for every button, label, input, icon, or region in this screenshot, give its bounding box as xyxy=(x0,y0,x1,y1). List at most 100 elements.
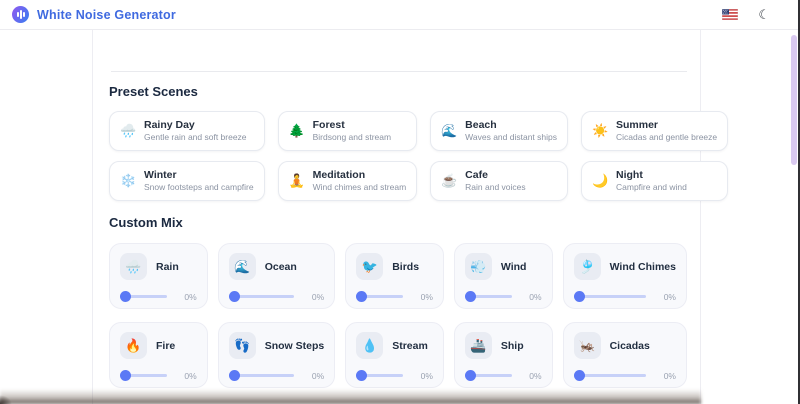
mixer-label: Wind xyxy=(501,261,527,273)
volume-slider[interactable] xyxy=(574,291,646,302)
preset-description: Gentle rain and soft breeze xyxy=(144,132,247,143)
mixer-card-stream: 💧 Stream 0% xyxy=(345,322,444,388)
mixer-card-fire: 🔥 Fire 0% xyxy=(109,322,208,388)
mixer-label: Ship xyxy=(501,340,524,352)
preset-grid: 🌧️ Rainy Day Gentle rain and soft breeze… xyxy=(109,111,687,201)
slider-thumb[interactable] xyxy=(229,370,240,381)
volume-percent: 0% xyxy=(302,371,324,381)
volume-percent: 0% xyxy=(302,292,324,302)
mixer-label: Wind Chimes xyxy=(610,261,676,273)
crescent-moon-icon: 🌙 xyxy=(592,173,608,189)
preset-description: Waves and distant ships xyxy=(465,132,557,143)
preset-name: Winter xyxy=(144,169,254,182)
page-container: Preset Scenes 🌧️ Rainy Day Gentle rain a… xyxy=(92,30,701,404)
mixer-label: Fire xyxy=(156,340,175,352)
app-logo-icon xyxy=(12,6,29,23)
bird-icon: 🐦 xyxy=(356,253,383,280)
app-title: White Noise Generator xyxy=(37,8,176,22)
preset-card-summer[interactable]: ☀️ Summer Cicadas and gentle breeze xyxy=(581,111,728,151)
custom-mix-section-title: Custom Mix xyxy=(109,215,687,230)
preset-card-night[interactable]: 🌙 Night Campfire and wind xyxy=(581,161,728,201)
custom-mix-grid: 🌧️ Rain 0% 🌊 Ocean 0% xyxy=(109,243,687,388)
preset-card-forest[interactable]: 🌲 Forest Birdsong and stream xyxy=(278,111,418,151)
volume-slider[interactable] xyxy=(574,370,646,381)
preset-card-rainy-day[interactable]: 🌧️ Rainy Day Gentle rain and soft breeze xyxy=(109,111,265,151)
slider-thumb[interactable] xyxy=(356,291,367,302)
water-drop-icon: 💧 xyxy=(356,332,383,359)
volume-percent: 0% xyxy=(520,371,542,381)
volume-percent: 0% xyxy=(654,371,676,381)
mixer-card-wind-chimes: 🎐 Wind Chimes 0% xyxy=(563,243,687,309)
coffee-cup-icon: ☕ xyxy=(441,173,457,189)
mixer-label: Birds xyxy=(392,261,419,273)
slider-thumb[interactable] xyxy=(229,291,240,302)
mixer-label: Cicadas xyxy=(610,340,650,352)
slider-thumb[interactable] xyxy=(465,291,476,302)
mixer-card-birds: 🐦 Birds 0% xyxy=(345,243,444,309)
rain-cloud-icon: 🌧️ xyxy=(120,123,136,139)
preset-card-meditation[interactable]: 🧘 Meditation Wind chimes and stream xyxy=(278,161,418,201)
wave-icon: 🌊 xyxy=(441,123,457,139)
ship-icon: 🚢 xyxy=(465,332,492,359)
mixer-label: Ocean xyxy=(265,261,297,273)
mixer-label: Rain xyxy=(156,261,179,273)
wave-icon: 🌊 xyxy=(229,253,256,280)
presets-section-title: Preset Scenes xyxy=(109,84,687,99)
preset-name: Rainy Day xyxy=(144,119,247,132)
preset-card-beach[interactable]: 🌊 Beach Waves and distant ships xyxy=(430,111,568,151)
meditation-person-icon: 🧘 xyxy=(289,173,305,189)
evergreen-tree-icon: 🌲 xyxy=(289,123,305,139)
wind-chime-icon: 🎐 xyxy=(574,253,601,280)
volume-slider[interactable] xyxy=(229,291,295,302)
preset-card-cafe[interactable]: ☕ Cafe Rain and voices xyxy=(430,161,568,201)
volume-slider[interactable] xyxy=(356,370,403,381)
preset-description: Campfire and wind xyxy=(616,182,687,193)
mixer-card-ship: 🚢 Ship 0% xyxy=(454,322,553,388)
bottom-left-smudge xyxy=(0,395,12,404)
preset-name: Forest xyxy=(313,119,391,132)
app-header: White Noise Generator ☾ xyxy=(0,0,800,30)
volume-percent: 0% xyxy=(411,292,433,302)
preset-description: Wind chimes and stream xyxy=(313,182,407,193)
theme-toggle-moon-icon[interactable]: ☾ xyxy=(758,8,770,21)
volume-percent: 0% xyxy=(175,292,197,302)
preset-name: Cafe xyxy=(465,169,525,182)
section-divider xyxy=(111,71,687,72)
cricket-icon: 🦗 xyxy=(574,332,601,359)
fire-icon: 🔥 xyxy=(120,332,147,359)
slider-thumb[interactable] xyxy=(120,370,131,381)
volume-percent: 0% xyxy=(520,292,542,302)
preset-name: Beach xyxy=(465,119,557,132)
slider-thumb[interactable] xyxy=(574,370,585,381)
preset-description: Cicadas and gentle breeze xyxy=(616,132,717,143)
preset-name: Summer xyxy=(616,119,717,132)
volume-slider[interactable] xyxy=(465,291,512,302)
mixer-card-ocean: 🌊 Ocean 0% xyxy=(218,243,336,309)
scrollbar-thumb[interactable] xyxy=(791,35,797,165)
mixer-card-wind: 💨 Wind 0% xyxy=(454,243,553,309)
volume-slider[interactable] xyxy=(120,291,167,302)
volume-percent: 0% xyxy=(411,371,433,381)
volume-slider[interactable] xyxy=(229,370,295,381)
preset-card-winter[interactable]: ❄️ Winter Snow footsteps and campfire xyxy=(109,161,265,201)
mixer-card-cicadas: 🦗 Cicadas 0% xyxy=(563,322,687,388)
mixer-card-snow-steps: 👣 Snow Steps 0% xyxy=(218,322,336,388)
volume-percent: 0% xyxy=(654,292,676,302)
preset-name: Night xyxy=(616,169,687,182)
volume-slider[interactable] xyxy=(120,370,167,381)
preset-description: Snow footsteps and campfire xyxy=(144,182,254,193)
slider-thumb[interactable] xyxy=(465,370,476,381)
language-flag-icon[interactable] xyxy=(722,9,738,20)
slider-thumb[interactable] xyxy=(120,291,131,302)
wind-gust-icon: 💨 xyxy=(465,253,492,280)
volume-slider[interactable] xyxy=(356,291,403,302)
rain-cloud-icon: 🌧️ xyxy=(120,253,147,280)
preset-description: Rain and voices xyxy=(465,182,525,193)
preset-name: Meditation xyxy=(313,169,407,182)
slider-thumb[interactable] xyxy=(356,370,367,381)
volume-slider[interactable] xyxy=(465,370,512,381)
snowflake-icon: ❄️ xyxy=(120,173,136,189)
volume-percent: 0% xyxy=(175,371,197,381)
slider-thumb[interactable] xyxy=(574,291,585,302)
sun-icon: ☀️ xyxy=(592,123,608,139)
